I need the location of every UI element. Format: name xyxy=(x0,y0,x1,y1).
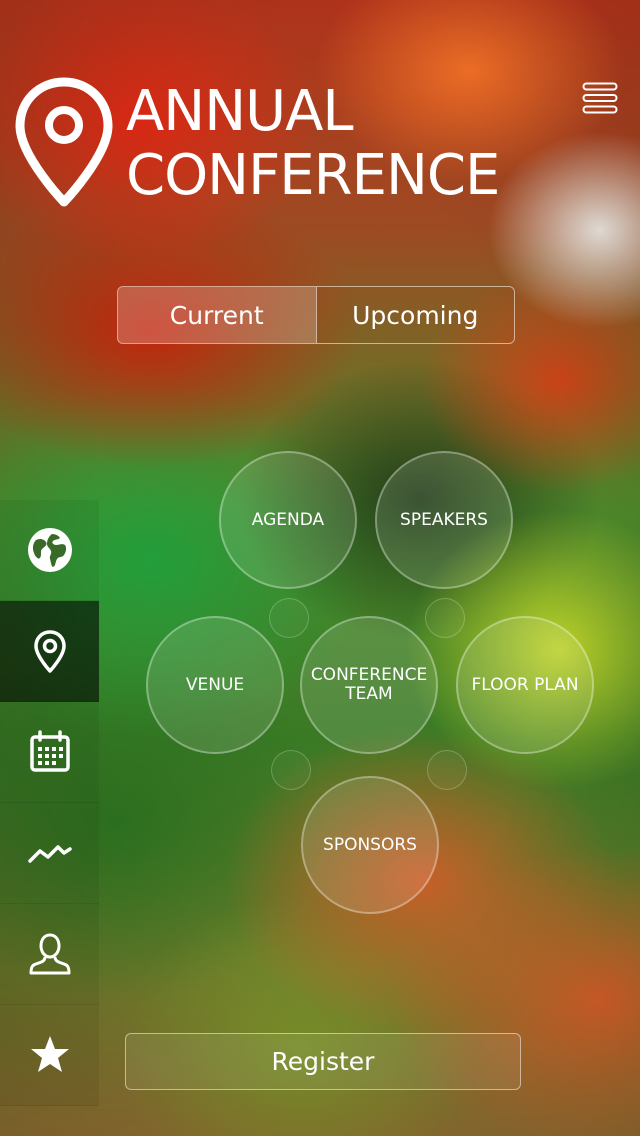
event-filter-tabs: Current Upcoming xyxy=(117,286,515,344)
connector-dot xyxy=(271,750,311,790)
conference-team-label-line2: TEAM xyxy=(345,684,393,704)
calendar-icon xyxy=(29,730,70,772)
speakers-label: SPEAKERS xyxy=(400,509,488,530)
sponsors-button[interactable]: SPONSORS xyxy=(301,776,439,914)
speakers-button[interactable]: SPEAKERS xyxy=(375,451,513,589)
sidebar-item-stats[interactable] xyxy=(0,803,99,904)
register-button[interactable]: Register xyxy=(125,1033,521,1090)
sponsors-label: SPONSORS xyxy=(323,834,417,855)
venue-label: VENUE xyxy=(185,674,245,695)
app-title: ANNUAL CONFERENCE xyxy=(126,79,500,208)
connector-dot xyxy=(427,750,467,790)
sidebar-item-location[interactable] xyxy=(0,601,99,702)
user-icon xyxy=(29,933,70,975)
connector-dot xyxy=(425,598,465,638)
tab-current[interactable]: Current xyxy=(118,287,317,343)
tab-upcoming-label: Upcoming xyxy=(352,300,479,330)
conference-team-button[interactable]: CONFERENCE TEAM xyxy=(300,616,438,754)
globe-icon xyxy=(27,528,72,572)
sidebar-item-calendar[interactable] xyxy=(0,702,99,803)
location-pin-icon xyxy=(33,630,66,673)
sidebar-item-favorites[interactable] xyxy=(0,1005,99,1106)
conference-team-label-line1: CONFERENCE xyxy=(310,665,428,685)
connector-dot xyxy=(269,598,309,638)
register-label: Register xyxy=(271,1047,375,1076)
tab-current-label: Current xyxy=(169,300,264,330)
hamburger-menu-icon[interactable] xyxy=(582,82,618,114)
floor-plan-button[interactable]: FLOOR PLAN xyxy=(456,616,594,754)
sidebar-nav xyxy=(0,500,99,1106)
tab-upcoming[interactable]: Upcoming xyxy=(317,287,515,343)
app-title-line2: CONFERENCE xyxy=(126,143,500,208)
sidebar-item-profile[interactable] xyxy=(0,904,99,1005)
agenda-label: AGENDA xyxy=(251,509,325,530)
trend-chart-icon xyxy=(27,845,72,863)
agenda-button[interactable]: AGENDA xyxy=(219,451,357,589)
venue-button[interactable]: VENUE xyxy=(146,616,284,754)
floor-plan-label: FLOOR PLAN xyxy=(471,674,579,695)
app-title-line1: ANNUAL xyxy=(126,79,354,144)
map-pin-icon xyxy=(15,77,113,207)
sidebar-item-globe[interactable] xyxy=(0,500,99,601)
star-icon xyxy=(30,1036,69,1072)
